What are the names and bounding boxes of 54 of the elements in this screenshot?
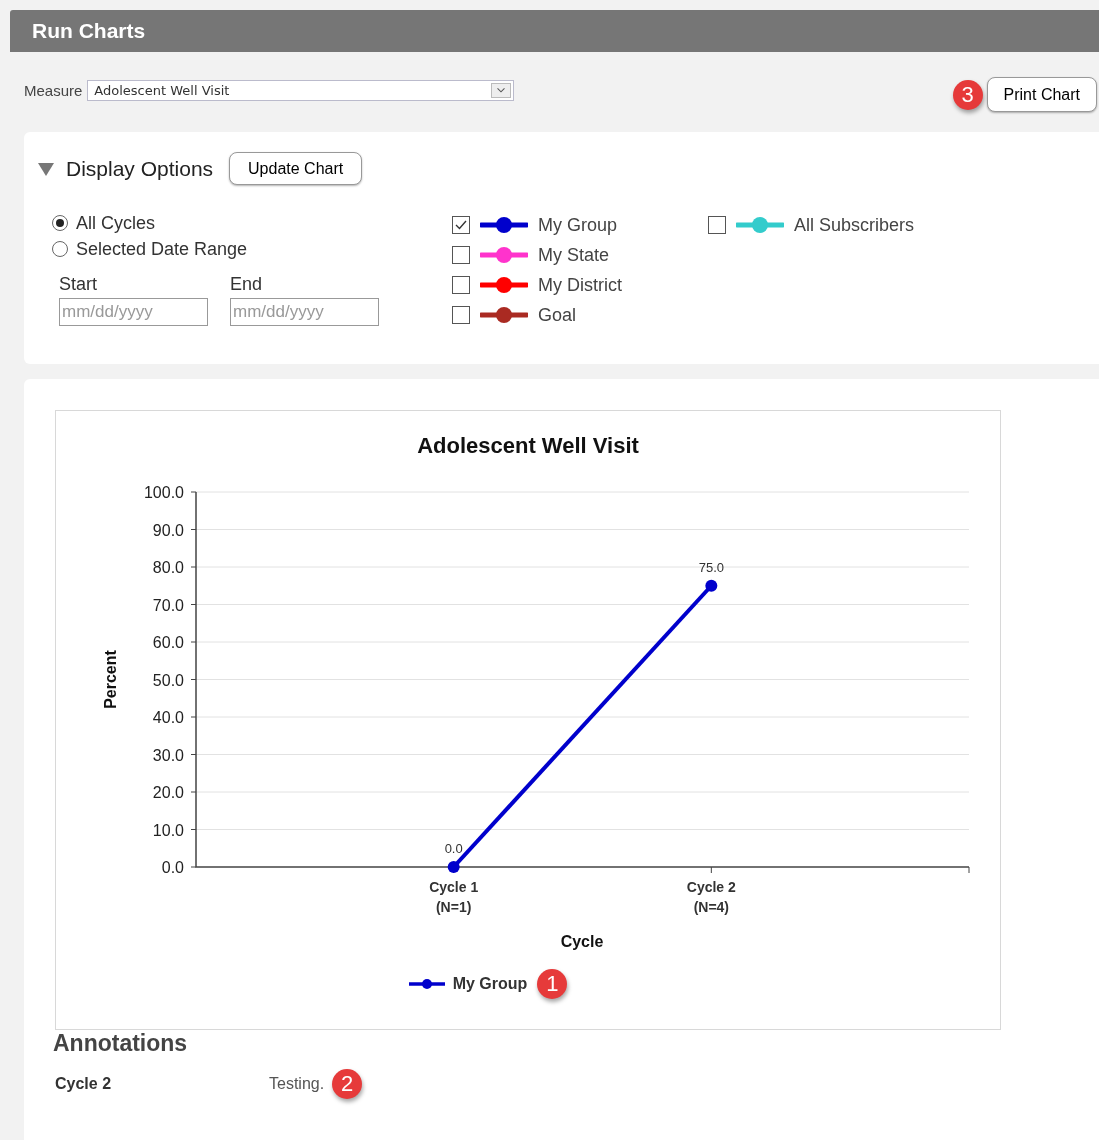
checkbox[interactable] [452,306,470,324]
legend-label[interactable]: My Group [452,975,528,993]
series-label: All Subscribers [794,214,915,236]
callout-badge: 1 [537,969,568,999]
data-point [447,861,460,873]
date-label: End [230,274,264,295]
y-axis-title: Percent [102,650,119,709]
date-label: Start [59,274,98,295]
y-tick-label: 30.0 [152,746,184,764]
chart-title: Adolescent Well Visit [417,433,639,458]
annotation-text: Testing. [269,1075,325,1093]
measure-label: Measure [24,82,83,99]
caret-icon [491,83,512,98]
data-label: 75.0 [698,559,724,575]
date-field[interactable]: mm/dd/yyyy [230,298,379,326]
measure-dropdown[interactable]: Adolescent Well Visit [87,80,515,101]
y-tick-label: 0.0 [161,859,184,876]
radio-button[interactable] [52,215,68,231]
series-label: My District [538,274,622,296]
update-chart-button[interactable]: Update Chart [229,152,363,185]
y-tick-label: 40.0 [152,709,184,726]
y-tick-label: 70.0 [152,596,184,614]
x-tick-label: Cycle 1 (N=1) [429,879,479,915]
x-axis-title: Cycle [560,933,604,950]
series-label: My Group [538,214,618,236]
y-tick-label: 100.0 [143,484,184,501]
date-field[interactable]: mm/dd/yyyy [59,298,208,326]
callout-badge: 2 [332,1069,363,1099]
y-tick-label: 60.0 [152,634,184,651]
data-label: 0.0 [444,841,463,856]
data-point [705,579,718,592]
annotations-heading: Annotations [53,1030,189,1057]
section-title: Display Options [66,156,214,181]
y-tick-label: 50.0 [152,671,184,689]
y-tick-label: 90.0 [152,521,184,539]
checkbox[interactable] [708,216,726,234]
page-title: Run Charts [32,19,146,43]
legend-line-icon [408,978,445,990]
radio-label: All Cycles [76,212,155,234]
y-tick-label: 10.0 [152,821,184,839]
checkbox[interactable] [452,246,470,264]
radio-label: Selected Date Range [76,238,248,260]
y-tick-label: 20.0 [152,784,184,801]
series-label: My State [538,244,610,266]
checkbox[interactable] [452,276,470,294]
callout-badge: 3 [952,79,983,110]
annotation-cycle: Cycle 2 [55,1075,113,1093]
series-label: Goal [538,304,577,326]
checkbox[interactable] [452,216,470,234]
print-chart-button[interactable]: Print Chart [986,77,1097,112]
radio-button[interactable] [52,241,68,257]
y-tick-label: 80.0 [152,559,184,576]
x-tick-label: Cycle 2 (N=4) [686,879,736,915]
collapse-triangle-icon[interactable] [38,161,54,176]
